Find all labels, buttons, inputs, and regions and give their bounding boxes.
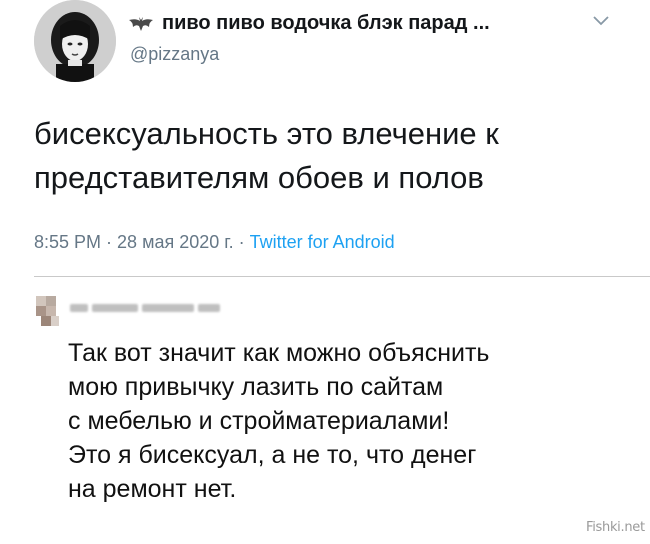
blurred-text <box>142 304 194 312</box>
avatar[interactable] <box>34 0 116 82</box>
comment-text-line: на ремонт нет. <box>68 475 237 503</box>
comment-text-line: Так вот значит как можно объяснить <box>68 339 490 367</box>
tweet-time[interactable]: 8:55 PM <box>34 232 101 252</box>
tweet-source-link[interactable]: Twitter for Android <box>250 232 395 252</box>
meta-separator: · <box>238 232 245 252</box>
avatar-image <box>34 0 116 82</box>
comment-text-line: мою привычку лазить по сайтам <box>68 373 444 401</box>
meta-separator: · <box>106 232 113 252</box>
comment-avatar[interactable] <box>34 296 64 326</box>
watermark: Fishki.net <box>586 520 645 535</box>
comment-author-blurred <box>70 304 220 312</box>
tweet-text-line: представителям обоев и полов <box>34 160 484 195</box>
divider <box>34 276 650 277</box>
blurred-text <box>92 304 138 312</box>
chevron-down-icon[interactable] <box>592 14 610 26</box>
tweet-card: пиво пиво водочка блэк парад ... @pizzan… <box>0 0 650 290</box>
tweet-date[interactable]: 28 мая 2020 г. <box>117 232 234 252</box>
comment-text-line: с мебелью и стройматериалами! <box>68 407 450 435</box>
blurred-text <box>70 304 88 312</box>
display-name: пиво пиво водочка блэк парад ... <box>162 12 490 34</box>
tweet-meta: 8:55 PM · 28 мая 2020 г. · Twitter for Andro… <box>34 232 395 253</box>
tweet-text-line: бисексуальность это влечение к <box>34 116 499 151</box>
display-name-row[interactable]: пиво пиво водочка блэк парад ... <box>128 12 490 35</box>
comment-text: Так вот значит как можно объяснить мою п… <box>68 336 628 506</box>
blurred-text <box>198 304 220 312</box>
bat-icon <box>128 16 154 32</box>
user-handle[interactable]: @pizzanya <box>130 44 219 65</box>
tweet-text: бисексуальность это влечение к представи… <box>34 112 634 200</box>
comment-text-line: Это я бисексуал, а не то, что денег <box>68 441 477 469</box>
